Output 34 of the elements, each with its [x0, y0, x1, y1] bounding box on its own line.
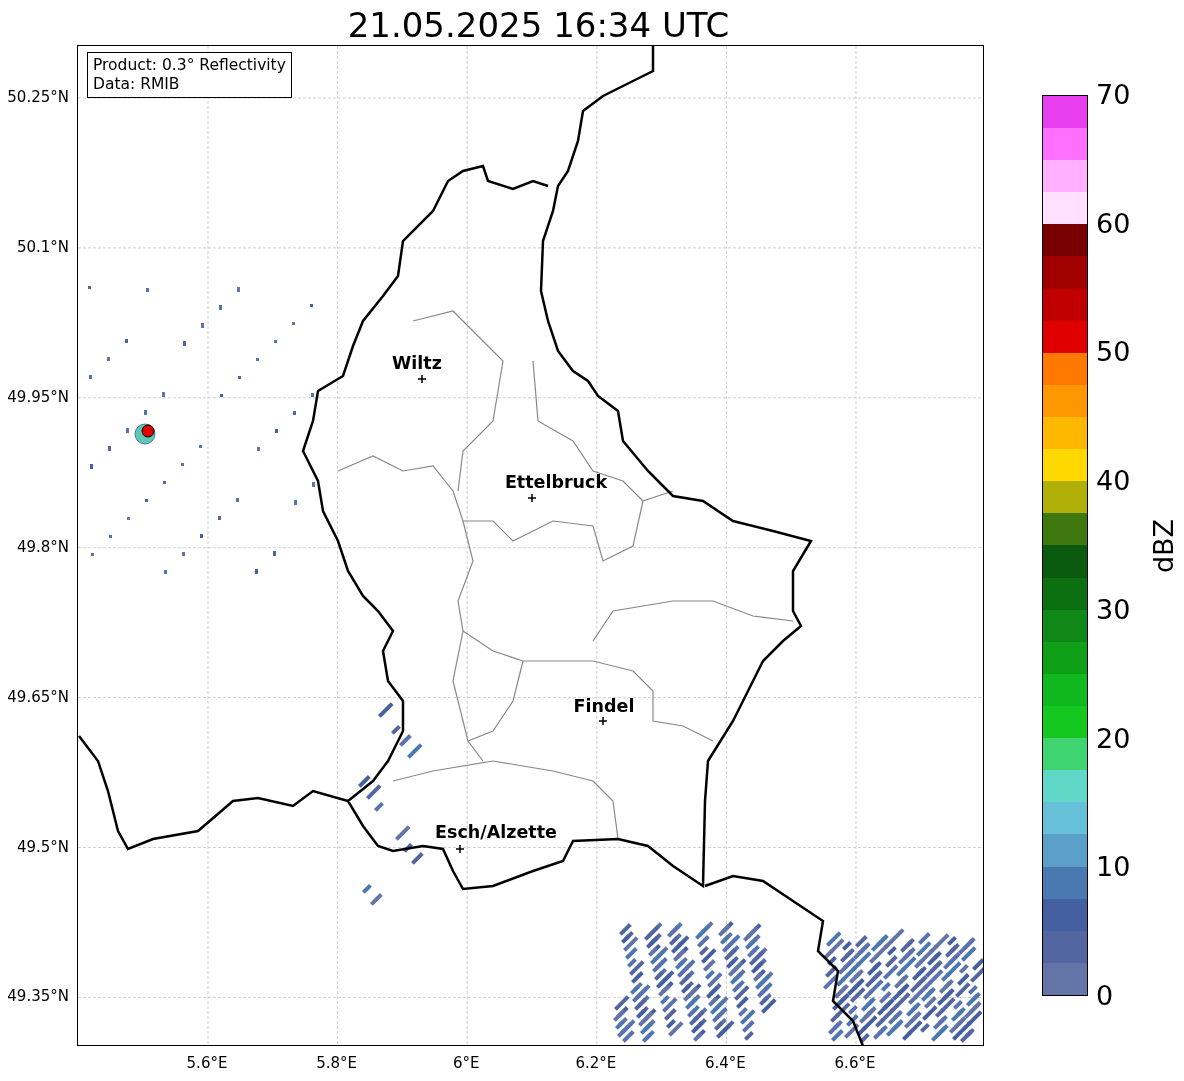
- city-marker: [417, 374, 427, 384]
- colorbar-tick-label: 10: [1096, 852, 1131, 883]
- city-marker: [527, 493, 537, 503]
- latitude-label: 50.25°N: [7, 88, 69, 106]
- colorbar-tick-label: 60: [1096, 208, 1131, 239]
- city-marker: [598, 716, 608, 726]
- colorbar-tick-label: 30: [1096, 594, 1131, 625]
- chart-title: 21.05.2025 16:34 UTC: [347, 5, 730, 45]
- longitude-label: 6.4°E: [704, 1054, 746, 1072]
- latitude-label: 49.35°N: [7, 987, 69, 1006]
- info-text: Product: 0.3° Reflectivity: [93, 56, 286, 75]
- colorbar-tick-label: 20: [1096, 723, 1131, 754]
- city-marker: [455, 844, 465, 854]
- city-label: Findel: [573, 696, 635, 716]
- longitude-label: 5.8°E: [316, 1054, 357, 1072]
- longitude-label: 6.6°E: [834, 1054, 876, 1072]
- city-label: Ettelbruck: [504, 472, 608, 492]
- city-label: Esch/Alzette: [435, 822, 557, 842]
- longitude-label: 5.6°E: [186, 1054, 228, 1072]
- colorbar-tick-label: 0: [1096, 981, 1114, 1011]
- latitude-label: 49.65°N: [7, 687, 69, 706]
- city-label: Wiltz: [392, 353, 442, 373]
- info-text: Data: RMIB: [93, 75, 181, 94]
- colorbar-label: dBZ: [1149, 518, 1179, 573]
- colorbar-tick-label: 70: [1096, 80, 1131, 110]
- longitude-label: 6°E: [452, 1054, 480, 1072]
- latitude-label: 49.8°N: [16, 537, 69, 556]
- colorbar-tick-label: 50: [1096, 337, 1131, 368]
- latitude-label: 49.95°N: [7, 387, 69, 406]
- colorbar-tick-label: 40: [1096, 466, 1131, 497]
- latitude-label: 50.1°N: [16, 237, 69, 256]
- radar-site-icon: [134, 423, 156, 445]
- latitude-label: 49.5°N: [16, 837, 69, 856]
- longitude-label: 6.2°E: [575, 1054, 617, 1072]
